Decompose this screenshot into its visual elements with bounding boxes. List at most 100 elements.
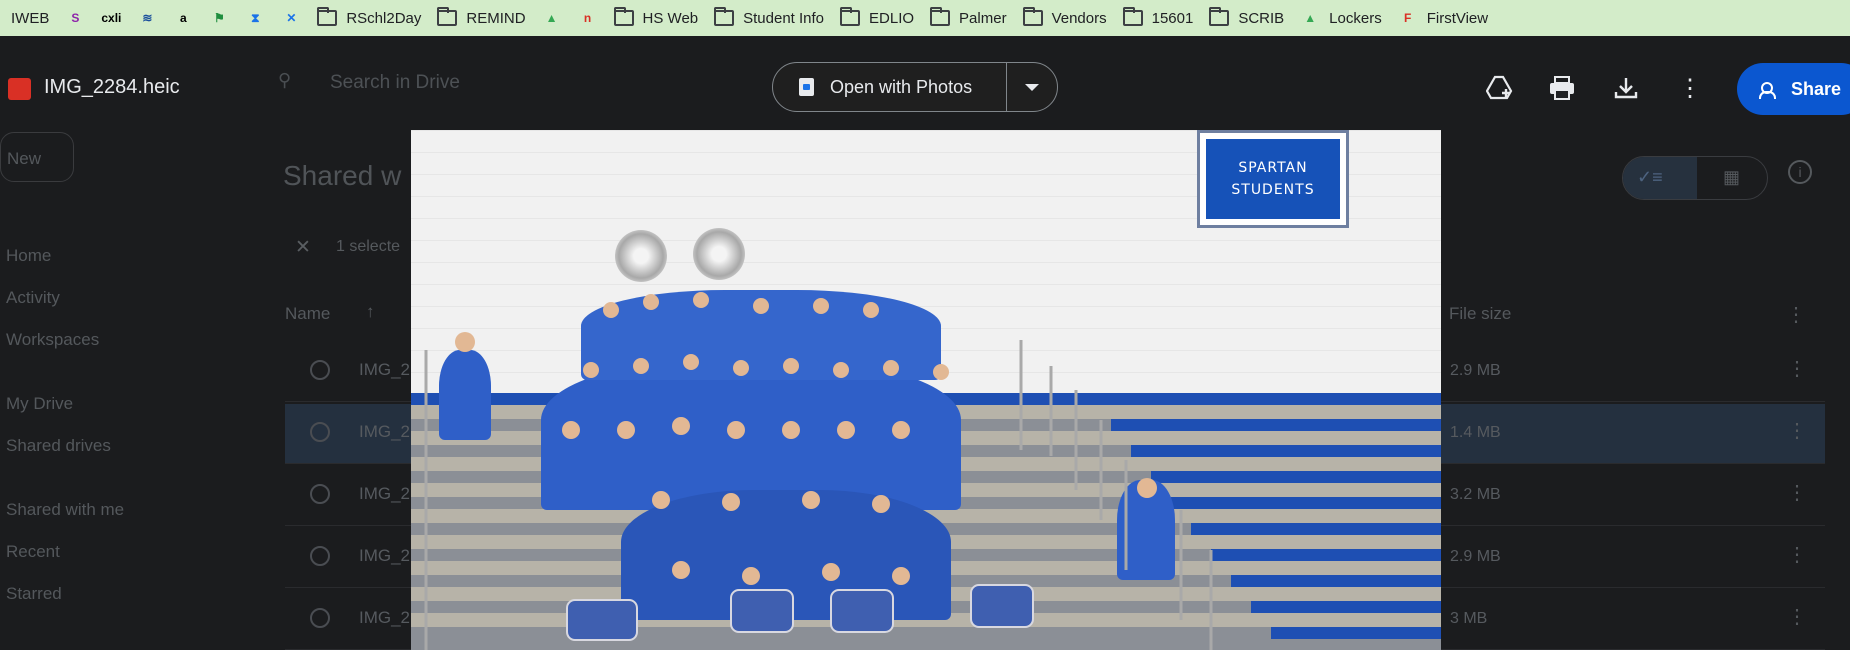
bookmark-cross-arrows[interactable]: ✕ — [276, 0, 312, 36]
folder-icon — [1022, 7, 1043, 26]
image-file-icon — [310, 546, 330, 566]
nav-shared-drives[interactable]: Shared drives — [6, 436, 111, 456]
row-more-icon[interactable]: ⋮ — [1787, 356, 1807, 381]
viewer-file-title: IMG_2284.heic — [44, 76, 180, 98]
image-file-icon — [310, 422, 330, 442]
open-with-button[interactable]: Open with Photos — [772, 62, 1058, 112]
bookmark-scrib[interactable]: SCRIB — [1204, 0, 1295, 36]
open-with-dropdown[interactable] — [1007, 63, 1057, 111]
nav-starred[interactable]: Starred — [6, 584, 62, 604]
bookmark-hourglass[interactable]: ⧗ — [240, 0, 276, 36]
bookmark-label: Lockers — [1329, 9, 1382, 27]
bookmark-rschl2day[interactable]: RSchl2Day — [312, 0, 432, 36]
info-icon[interactable]: i — [1788, 160, 1812, 184]
bookmark-shield-s[interactable]: S — [60, 0, 96, 36]
bookmark-remind[interactable]: REMIND — [432, 0, 536, 36]
image-file-icon — [310, 360, 330, 380]
bookmark-student-info[interactable]: Student Info — [709, 0, 835, 36]
folder-icon — [613, 7, 634, 26]
bookmark-firstview[interactable]: F FirstView — [1393, 0, 1499, 36]
column-file-size: File size — [1449, 304, 1512, 323]
open-with-photos[interactable]: Open with Photos — [773, 63, 1007, 111]
file-size: 1.4 MB — [1450, 424, 1501, 441]
hourglass-icon: ⧗ — [251, 10, 260, 25]
nav-shared-with-me[interactable]: Shared with me — [6, 500, 124, 520]
nav-recent[interactable]: Recent — [6, 542, 60, 562]
bookmark-label: REMIND — [466, 9, 526, 27]
search-input[interactable]: Search in Drive — [330, 72, 460, 94]
bookmark-label: FirstView — [1426, 9, 1489, 27]
new-button-label: New — [7, 149, 42, 168]
sort-arrow-icon[interactable]: ↑ — [366, 302, 375, 322]
column-name[interactable]: Name — [285, 304, 330, 324]
clear-selection-icon[interactable]: ✕ — [295, 236, 311, 259]
bookmark-15601[interactable]: 15601 — [1118, 0, 1205, 36]
faces — [424, 292, 1213, 650]
file-size: 3.2 MB — [1450, 486, 1501, 503]
image-file-icon — [8, 78, 31, 100]
nav-workspaces[interactable]: Workspaces — [6, 330, 99, 350]
bookmark-green-flag[interactable]: ⚑ — [204, 0, 240, 36]
nav-activity[interactable]: Activity — [6, 288, 60, 308]
selection-count: 1 selecte — [336, 238, 401, 255]
cross-arrows-icon: ✕ — [286, 11, 297, 25]
folder-icon — [317, 7, 338, 26]
file-name: IMG_2 — [359, 546, 411, 565]
bookmark-vendors[interactable]: Vendors — [1018, 0, 1118, 36]
print-icon[interactable] — [1548, 74, 1576, 102]
bookmark-amazon[interactable]: a — [168, 0, 204, 36]
bookmark-iweb[interactable]: IWEB — [6, 0, 60, 36]
nav-my-drive[interactable]: My Drive — [6, 394, 73, 414]
image-file-icon — [310, 608, 330, 628]
row-more-icon[interactable]: ⋮ — [1787, 542, 1807, 567]
bookmark-google-drive[interactable]: ▲ — [537, 0, 573, 36]
folder-icon — [1122, 7, 1143, 26]
file-size: 2.9 MB — [1450, 362, 1501, 379]
grid-view-icon[interactable]: ▦ — [1723, 167, 1740, 188]
google-drive-icon: ▲ — [1304, 11, 1317, 25]
bookmark-wave[interactable]: ≋ — [132, 0, 168, 36]
folder-icon — [437, 7, 458, 26]
n-icon: n — [583, 11, 592, 25]
new-button[interactable]: New — [0, 132, 74, 182]
bookmark-palmer[interactable]: Palmer — [925, 0, 1018, 36]
folder-icon — [840, 7, 861, 26]
folder-icon — [1209, 7, 1230, 26]
nav-home[interactable]: Home — [6, 246, 51, 266]
file-size: 2.9 MB — [1450, 548, 1501, 565]
open-with-label: Open with Photos — [830, 76, 973, 97]
firstview-icon: F — [1404, 11, 1412, 25]
more-actions-icon[interactable]: ⋮ — [1676, 74, 1704, 102]
bookmark-label: Vendors — [1051, 9, 1107, 27]
wave-icon: ≋ — [142, 11, 153, 25]
image-file-icon — [310, 484, 330, 504]
file-size: 3 MB — [1450, 610, 1488, 627]
row-more-icon[interactable]: ⋮ — [1787, 418, 1807, 443]
bookmark-label: Student Info — [743, 9, 825, 27]
bookmark-label: RSchl2Day — [346, 9, 422, 27]
view-toggle[interactable]: ✓≡ ▦ — [1622, 156, 1768, 200]
list-view-icon[interactable]: ✓≡ — [1623, 157, 1697, 199]
image-preview[interactable]: SPARTAN STUDENTS — [411, 130, 1441, 650]
bookmark-label: EDLIO — [869, 9, 915, 27]
bookmark-cxli[interactable]: cxli — [96, 0, 132, 36]
bookmark-edlio[interactable]: EDLIO — [835, 0, 925, 36]
bookmark-lockers[interactable]: ▲ Lockers — [1295, 0, 1393, 36]
green-flag-icon: ⚑ — [213, 11, 225, 25]
bookmark-label: SCRIB — [1238, 9, 1285, 27]
share-button[interactable]: Share — [1737, 63, 1850, 115]
file-name: IMG_2 — [359, 608, 411, 627]
folder-icon — [930, 7, 951, 26]
bookmark-label: HS Web — [642, 9, 699, 27]
add-shortcut-to-drive-icon[interactable] — [1486, 74, 1514, 102]
row-more-icon[interactable]: ⋮ — [1787, 604, 1807, 629]
column-more-icon[interactable]: ⋮ — [1786, 302, 1806, 327]
people-icon — [1759, 82, 1779, 99]
row-more-icon[interactable]: ⋮ — [1787, 480, 1807, 505]
bookmark-hs-web[interactable]: HS Web — [609, 0, 710, 36]
bookmark-n[interactable]: n — [573, 0, 609, 36]
file-name: IMG_2 — [359, 484, 411, 503]
file-name: IMG_2 — [359, 360, 411, 379]
download-icon[interactable] — [1612, 74, 1640, 102]
photos-app-icon — [799, 78, 814, 96]
